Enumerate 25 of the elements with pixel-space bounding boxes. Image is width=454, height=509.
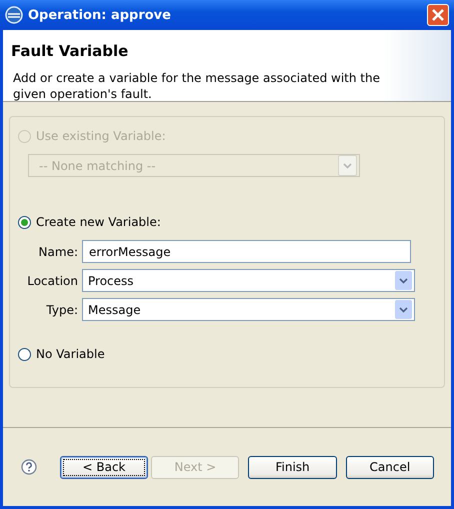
radio-label: Create new Variable: — [36, 215, 161, 229]
dropdown[interactable]: Message — [82, 298, 415, 321]
field-label: Location — [26, 274, 78, 288]
radio-label: No Variable — [36, 347, 105, 361]
field-label: Type: — [45, 302, 78, 316]
radio-label: Use existing Variable: — [36, 129, 166, 143]
radio-button[interactable] — [18, 348, 31, 360]
help-icon — [20, 459, 37, 475]
help-button[interactable] — [20, 458, 38, 476]
caret-icon — [343, 162, 352, 168]
input-field[interactable]: errorMessage — [82, 240, 411, 263]
radio-button[interactable] — [18, 216, 31, 228]
wizard-button[interactable]: < Back — [60, 456, 148, 478]
page-title: Fault Variable — [11, 42, 130, 60]
close-button[interactable] — [427, 4, 449, 26]
field-label: Name: — [38, 244, 78, 258]
caret-icon — [399, 278, 408, 284]
close-icon — [431, 8, 445, 22]
wizard-button[interactable]: Cancel — [346, 456, 434, 478]
app-icon — [5, 6, 23, 24]
page-description: Add or create a variable for the message associated with the given operation's fault. — [12, 70, 381, 102]
caret-icon — [399, 306, 408, 312]
dropdown[interactable]: Process — [82, 269, 415, 292]
wizard-button[interactable]: Finish — [248, 456, 337, 478]
window-title: Operation: approve — [28, 8, 172, 22]
